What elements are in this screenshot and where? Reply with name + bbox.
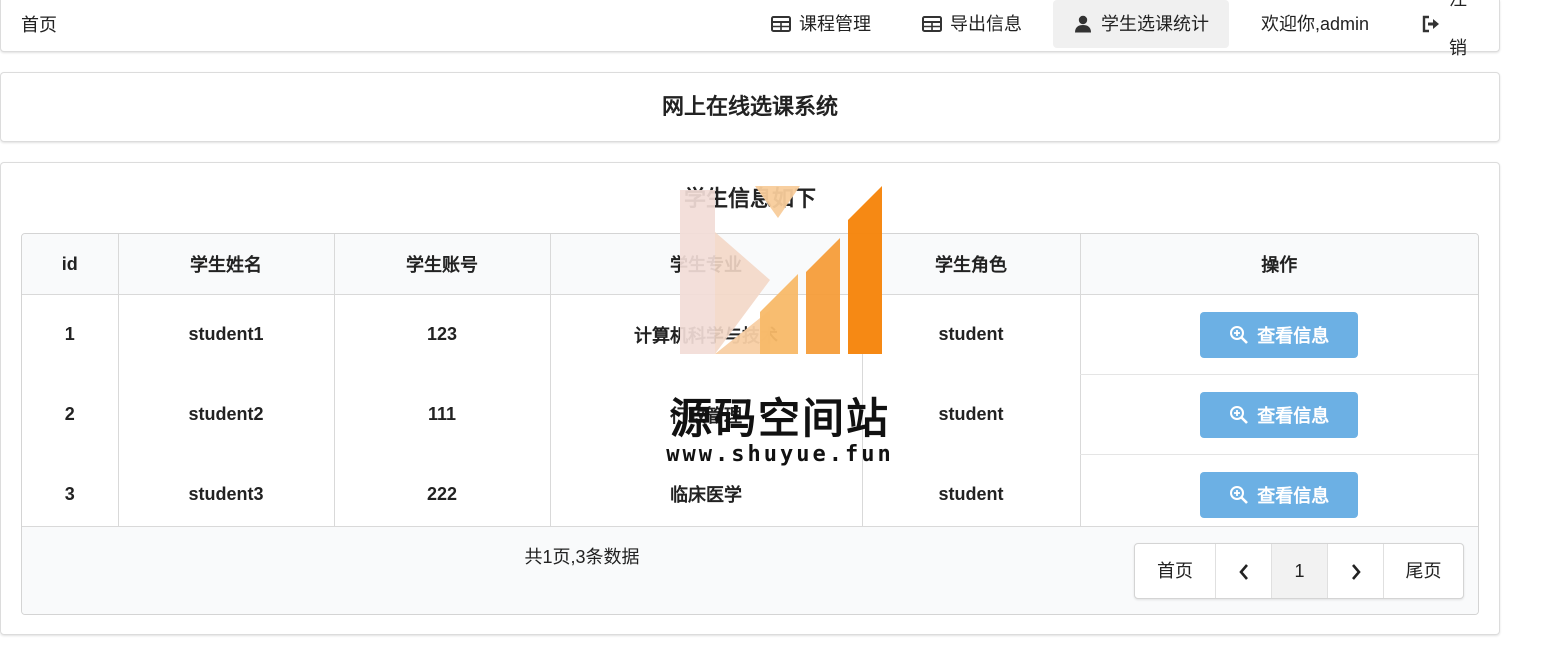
cell-id: 1: [64, 324, 75, 345]
cell-account: 111: [333, 374, 550, 455]
chevron-right-icon: [1351, 564, 1361, 581]
current-page[interactable]: 1: [1271, 544, 1327, 598]
column-header: 操作: [1079, 234, 1478, 295]
button-label: 查看信息: [1257, 325, 1330, 346]
prev-page-button[interactable]: [1215, 544, 1271, 598]
system-title: 网上在线选课系统: [0, 72, 1500, 142]
cell-role: student: [861, 294, 1080, 375]
cell-name: student2: [117, 374, 334, 455]
button-label: 查看信息: [1257, 485, 1330, 506]
welcome-text: 欢迎你,admin: [1260, 13, 1370, 34]
first-page-button[interactable]: 首页: [1135, 544, 1215, 598]
cell-action: 查看信息: [1079, 454, 1478, 534]
menu-item-course-management[interactable]: 课程管理: [758, 0, 884, 48]
watermark-name: 源码空间站: [669, 394, 890, 443]
zoom-in-icon: [1230, 405, 1249, 424]
watermark-url: www.shuyue.fun: [666, 442, 894, 467]
cell-id: 3: [64, 483, 75, 504]
menu-label: 学生选课统计: [1101, 13, 1209, 34]
cell-account: 222: [333, 454, 550, 534]
table-footer: 共1页,3条数据 首页 1 尾页: [22, 526, 1478, 614]
cell-action: 查看信息: [1079, 294, 1478, 375]
menu-item-export-info[interactable]: 导出信息: [909, 0, 1035, 48]
chevron-left-icon: [1238, 564, 1248, 581]
user-icon: [1073, 15, 1093, 33]
cell-action: 查看信息: [1079, 374, 1478, 455]
view-info-button[interactable]: 查看信息: [1200, 471, 1359, 518]
table-header-row: id 学生姓名 学生账号 学生专业 学生角色 操作: [22, 234, 1478, 295]
sign-out-icon: [1421, 15, 1441, 33]
column-header: 学生姓名: [117, 234, 334, 295]
pagination-summary: 共1页,3条数据: [524, 547, 640, 567]
cell-id: 2: [64, 404, 75, 424]
section-heading: 学生信息如下: [683, 186, 816, 211]
zoom-in-icon: [1230, 485, 1249, 504]
table-row: 1 student1 123 计算机科学与技术 student 查看信息: [22, 294, 1478, 375]
logout-button[interactable]: 注销: [1409, 0, 1495, 58]
column-header: 学生专业: [549, 234, 862, 295]
cell-name: student3: [117, 454, 334, 534]
view-info-button[interactable]: 查看信息: [1200, 311, 1359, 358]
button-label: 查看信息: [1257, 405, 1330, 426]
home-link[interactable]: 首页: [21, 0, 57, 51]
cell-major: 计算机科学与技术: [549, 294, 862, 375]
last-page-button[interactable]: 尾页: [1383, 544, 1463, 598]
pagination: 首页 1 尾页: [1134, 543, 1464, 599]
zoom-in-icon: [1230, 325, 1249, 344]
cell-account: 123: [333, 294, 550, 375]
column-header: 学生角色: [861, 234, 1080, 295]
column-header: id: [22, 234, 118, 295]
column-header: 学生账号: [333, 234, 550, 295]
top-menu: 首页 课程管理 导出信息 学生选课统计 欢迎你,admin 注销: [0, 0, 1500, 58]
table-icon: [771, 15, 791, 33]
cell-name: student1: [117, 294, 334, 375]
menu-label: 导出信息: [950, 13, 1022, 34]
menu-label: 注销: [1449, 0, 1467, 58]
menu-label: 课程管理: [799, 13, 871, 34]
table-icon: [922, 15, 942, 33]
menu-item-student-stats[interactable]: 学生选课统计: [1053, 0, 1229, 48]
next-page-button[interactable]: [1327, 544, 1383, 598]
view-info-button[interactable]: 查看信息: [1200, 391, 1359, 438]
